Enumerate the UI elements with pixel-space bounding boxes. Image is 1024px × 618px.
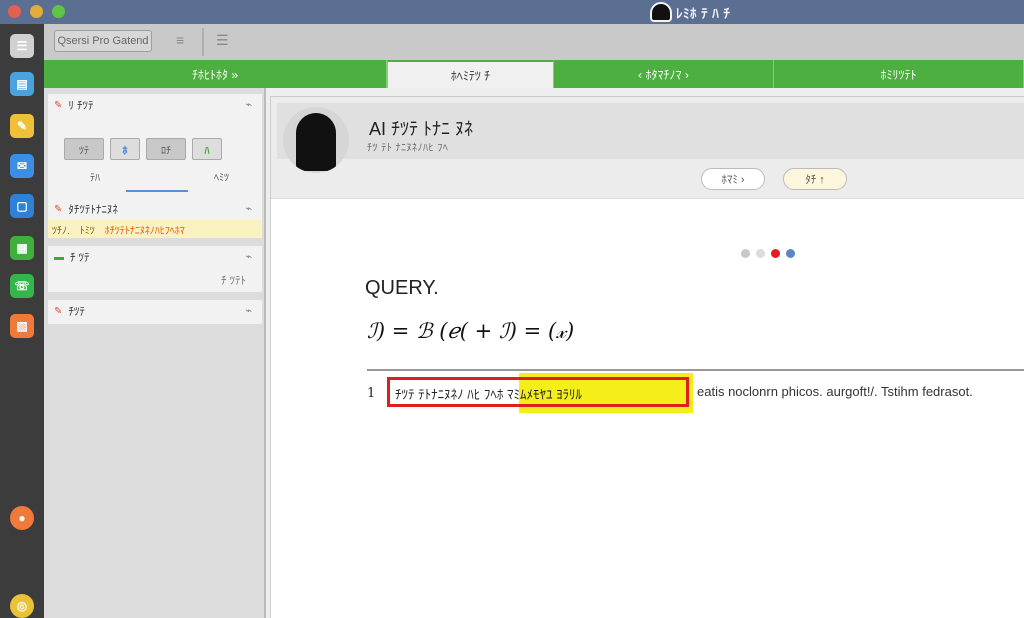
card-label-left: ﾃﾊ	[90, 173, 100, 184]
list-item[interactable]: ✎ ﾁﾂﾃ ⌁	[48, 300, 262, 324]
list-item-title: ﾁﾂﾃ	[68, 306, 85, 318]
chip-row: ﾂﾃ ﾎ ﾛﾁ ﾊ	[64, 138, 222, 160]
app-orange-icon[interactable]: ▧	[10, 314, 34, 338]
menu-icon[interactable]: ☰	[10, 34, 34, 58]
avatar[interactable]	[283, 107, 349, 173]
pin-icon: ✎	[54, 203, 63, 215]
pin-icon: ✎	[54, 99, 63, 111]
carousel-dots	[741, 249, 795, 258]
chrome-icon[interactable]: ◎	[10, 594, 34, 618]
list-item-title: ﾀﾁﾂﾃﾄﾅﾆﾇﾈ	[68, 204, 118, 216]
sidebar-divider[interactable]	[264, 88, 266, 618]
profile-subtitle: ﾁﾂ ﾃﾄ ﾅﾆﾇﾈﾉﾊﾋ ﾌﾍ	[367, 143, 449, 154]
list-item-header: ✎ ﾁﾂﾃ ⌁	[48, 300, 262, 322]
divider-rule	[367, 369, 1024, 371]
list-item-header: ✎ ﾘ ﾁﾂﾃ ⌁	[48, 94, 262, 116]
list-item-header: ▬ ﾁ ﾂﾃ ⌁	[48, 246, 262, 268]
pin-icon: ✎	[54, 305, 63, 317]
attachment-icon: ⌁	[245, 203, 252, 215]
tab-bar: ﾁﾎﾋﾄﾎﾀ » ﾎﾍﾐﾃﾂ ﾁ ‹ ﾎﾀﾏﾁﾉﾏ › ﾎﾐﾘﾂﾃﾄ	[44, 60, 1024, 88]
title-avatar-icon	[650, 2, 672, 22]
list-item-title: ﾁ ﾂﾃ	[70, 252, 90, 264]
equation: ℐ) = ℬ (ℯ( + ℐ) = (𝓍)	[367, 319, 575, 343]
chip[interactable]: ﾂﾃ	[64, 138, 104, 160]
conversation-list: ✎ ﾘ ﾁﾂﾃ ⌁ ﾂﾃ ﾎ ﾛﾁ ﾊ ﾃﾊ ﾍﾐﾂ ✎ ﾀﾁﾂﾃﾄﾅﾆﾇﾈ ⌁…	[44, 88, 264, 618]
list-item-header: ✎ ﾀﾁﾂﾃﾄﾅﾆﾇﾈ ⌁	[48, 198, 262, 220]
doc-icon[interactable]: ▢	[10, 194, 34, 218]
app-dock: ☰ ▤ ✎ ✉ ▢ ▦ ☏ ▧ ● ◎	[0, 24, 44, 618]
attachment-icon: ⌁	[245, 99, 252, 111]
tab-2-active[interactable]: ﾎﾍﾐﾃﾂ ﾁ	[387, 60, 554, 88]
notes-icon[interactable]: ✎	[10, 114, 34, 138]
phone-icon[interactable]: ☏	[10, 274, 34, 298]
highlight-text-1: ﾂﾁﾉ.	[52, 225, 70, 237]
profile-header: AI ﾁﾂﾃ ﾄﾅﾆ ﾇﾈ ﾁﾂ ﾃﾄ ﾅﾆﾇﾈﾉﾊﾋ ﾌﾍ ﾎﾏﾐ › ﾀﾁ …	[271, 97, 1024, 199]
chip[interactable]: ﾛﾁ	[146, 138, 186, 160]
menu-lines-icon[interactable]: ≡	[176, 32, 184, 48]
attachment-icon: ⌁	[245, 251, 252, 263]
close-window-button[interactable]	[8, 5, 21, 18]
active-underline	[126, 190, 188, 192]
profile-name: AI ﾁﾂﾃ ﾄﾅﾆ ﾇﾈ	[369, 119, 474, 139]
attachment-icon: ⌁	[245, 305, 252, 317]
carousel-dot-active[interactable]	[771, 249, 780, 258]
tab-4[interactable]: ﾎﾐﾘﾂﾃﾄ	[774, 60, 1024, 88]
carousel-dot[interactable]	[756, 249, 765, 258]
card-label-right: ﾍﾐﾂ	[214, 173, 229, 184]
window-title-group: ﾚﾐﾎ ﾃ ﾊ ﾁ	[650, 2, 730, 22]
calendar-icon[interactable]: ▤	[10, 72, 34, 96]
line-number: 1	[367, 386, 376, 401]
title-bar: ﾚﾐﾎ ﾃ ﾊ ﾁ	[0, 0, 1024, 24]
query-label: QUERY.	[365, 277, 439, 299]
plus-icon[interactable]: ﾊ	[192, 138, 222, 160]
user-orange-icon[interactable]: ●	[10, 506, 34, 530]
toolbar-search-button[interactable]: Qsersi Pro Gatend	[54, 30, 152, 52]
toolbar-divider	[202, 28, 204, 56]
maximize-window-button[interactable]	[52, 5, 65, 18]
window-title: ﾚﾐﾎ ﾃ ﾊ ﾁ	[676, 5, 731, 21]
selection-box[interactable]	[387, 377, 689, 407]
minimize-window-button[interactable]	[30, 5, 43, 18]
list-item-sub: ﾁ ﾂﾃﾄ	[220, 275, 246, 287]
highlight-text-3: ﾎﾁﾂﾃﾄﾅﾆﾇﾈﾉﾊﾋﾌﾍﾎﾏ	[104, 225, 185, 237]
tab-1[interactable]: ﾁﾎﾋﾄﾎﾀ »	[44, 60, 387, 88]
app-green-icon[interactable]: ▦	[10, 236, 34, 260]
highlight-text-2: ﾄﾐﾂ	[79, 225, 95, 237]
list-item[interactable]: ✎ ﾀﾁﾂﾃﾄﾅﾆﾇﾈ ⌁ ﾂﾁﾉ. ﾄﾐﾂ ﾎﾁﾂﾃﾄﾅﾆﾇﾈﾉﾊﾋﾌﾍﾎﾏ	[48, 198, 262, 238]
main-panel: AI ﾁﾂﾃ ﾄﾅﾆ ﾇﾈ ﾁﾂ ﾃﾄ ﾅﾆﾇﾈﾉﾊﾋ ﾌﾍ ﾎﾏﾐ › ﾀﾁ …	[270, 96, 1024, 618]
paragraph-text: eatis noclonrn phicos. aurgoft!/. Tstihm…	[697, 384, 973, 399]
list-lines-icon[interactable]: ☰	[216, 32, 229, 49]
chip-icon-blue[interactable]: ﾎ	[110, 138, 140, 160]
tab-3[interactable]: ‹ ﾎﾀﾏﾁﾉﾏ ›	[554, 60, 774, 88]
chat-icon[interactable]: ✉	[10, 154, 34, 178]
profile-secondary-button[interactable]: ﾀﾁ ↑	[783, 168, 847, 190]
profile-action-button[interactable]: ﾎﾏﾐ ›	[701, 168, 765, 190]
highlight-row: ﾂﾁﾉ. ﾄﾐﾂ ﾎﾁﾂﾃﾄﾅﾆﾇﾈﾉﾊﾋﾌﾍﾎﾏ	[48, 220, 262, 238]
list-item[interactable]: ▬ ﾁ ﾂﾃ ⌁ ﾁ ﾂﾃﾄ	[48, 246, 262, 292]
toolbar: Qsersi Pro Gatend ≡ ☰	[44, 24, 1024, 60]
list-item-title: ﾘ ﾁﾂﾃ	[68, 100, 94, 112]
flag-icon: ▬	[54, 251, 64, 263]
list-item[interactable]: ✎ ﾘ ﾁﾂﾃ ⌁ ﾂﾃ ﾎ ﾛﾁ ﾊ ﾃﾊ ﾍﾐﾂ	[48, 94, 262, 198]
carousel-dot[interactable]	[741, 249, 750, 258]
carousel-dot[interactable]	[786, 249, 795, 258]
